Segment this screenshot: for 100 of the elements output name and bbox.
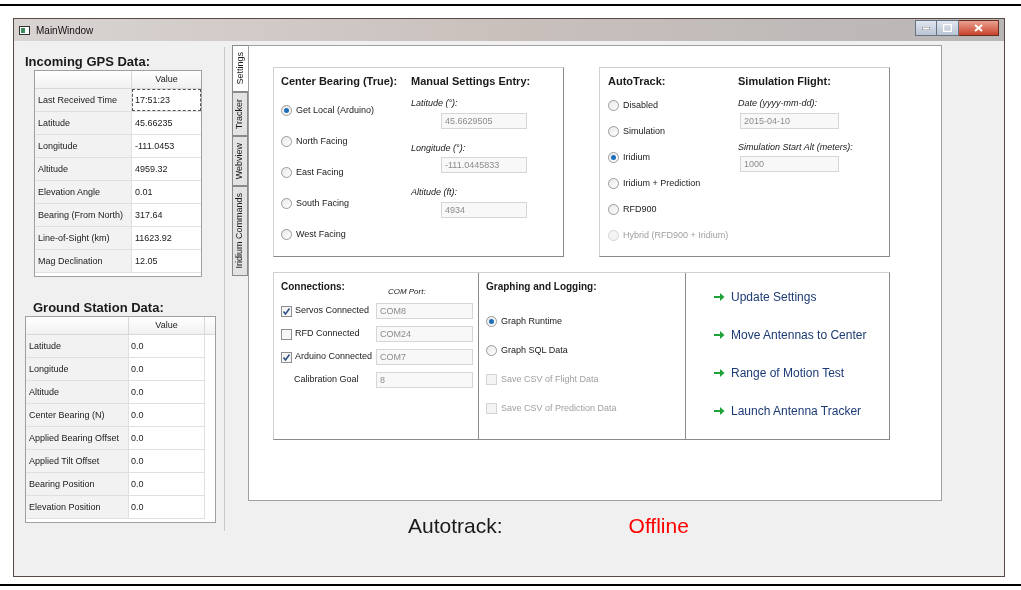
row-header: Longitude [35, 135, 132, 157]
field-label: Altitude (ft): [411, 186, 458, 199]
checkbox-label: Servos Connected [295, 304, 370, 318]
radio-button[interactable] [281, 198, 292, 209]
field-label: Longitude (°): [411, 141, 467, 155]
row-header: Elevation Angle [35, 181, 132, 203]
table-cell: 0.0 [129, 450, 205, 473]
radio-button[interactable] [608, 152, 619, 163]
close-icon [974, 24, 983, 32]
radio-button[interactable] [608, 178, 619, 189]
radio-label: Iridium + Prediction [623, 176, 701, 190]
radio-label: Get Local (Arduino) [296, 103, 375, 117]
tab[interactable]: Settings [232, 45, 248, 92]
row-header: Altitude [26, 381, 129, 404]
row-header: Last Received Time [35, 89, 132, 111]
row-header: Altitude [35, 158, 132, 180]
radio-label: Iridium [623, 150, 650, 164]
group-title: Center Bearing (True): [281, 74, 399, 88]
table-cell: 0.0 [129, 427, 205, 450]
row-header: Latitude [35, 112, 132, 134]
option-label: Save CSV of Prediction Data [501, 401, 617, 415]
checkbox[interactable] [281, 305, 292, 317]
window-icon [19, 25, 30, 35]
radio-label: Hybrid (RFD900 + Iridium) [623, 228, 729, 242]
status-value: Offline [628, 513, 689, 540]
group-title: Graphing and Logging: [486, 280, 598, 294]
arrow-icon [714, 368, 725, 378]
row-header: Applied Tilt Offset [26, 450, 129, 473]
radio-button[interactable] [608, 100, 619, 111]
table-cell: 0.0 [129, 473, 205, 496]
table-cell: 0.0 [129, 358, 205, 381]
section-heading: Incoming GPS Data: [25, 55, 151, 69]
column-label: COM Port: [387, 286, 426, 298]
arrow-icon [714, 406, 725, 416]
checkbox-label: Calibration Goal [294, 373, 359, 387]
row-header: Mag Declination [35, 250, 132, 272]
group-title: Manual Settings Entry: [411, 74, 532, 88]
checkbox[interactable] [281, 328, 292, 340]
row-header: Elevation Position [26, 496, 129, 519]
minimize-icon [922, 26, 930, 30]
option-label: Save CSV of Flight Data [501, 372, 599, 386]
maximize-button[interactable] [937, 20, 959, 36]
row-header: Longitude [26, 358, 129, 381]
radio-label: RFD900 [623, 202, 657, 216]
checkbox-label: Arduino Connected [295, 350, 373, 364]
group-title: Simulation Flight: [738, 74, 832, 88]
table-cell[interactable]: 4959.32 [132, 158, 201, 180]
checkbox-label: RFD Connected [295, 327, 360, 341]
row-header: Bearing (From North) [35, 204, 132, 226]
row-header: Latitude [26, 335, 129, 358]
table-cell[interactable]: -111.0453 [132, 135, 201, 157]
option-label: Graph Runtime [501, 314, 563, 328]
radio-button[interactable] [281, 105, 292, 116]
radio-label: East Facing [296, 165, 344, 179]
radio-label: South Facing [296, 196, 350, 210]
row-header: Line-of-Sight (km) [35, 227, 132, 249]
radio-button[interactable] [486, 316, 497, 327]
field-label: Date (yyyy-mm-dd): [738, 97, 818, 110]
arrow-icon [714, 292, 725, 302]
radio-label: West Facing [296, 227, 346, 241]
radio-label: Disabled [623, 98, 659, 112]
command-link[interactable]: Move Antennas to Center [714, 327, 889, 343]
close-button[interactable] [959, 20, 999, 36]
minimize-button[interactable] [915, 20, 937, 36]
table-cell[interactable]: 45.66235 [132, 112, 201, 134]
table-cell[interactable]: 11623.92 [132, 227, 201, 249]
option-label: Graph SQL Data [501, 343, 568, 357]
tab[interactable]: Tracker [232, 91, 248, 136]
table-cell: 0.0 [129, 381, 205, 404]
table-cell: 0.0 [129, 335, 205, 358]
table-cell[interactable]: 12.05 [132, 250, 201, 272]
maximize-icon [943, 24, 952, 32]
radio-button[interactable] [608, 204, 619, 215]
group-title: Connections: [281, 280, 345, 294]
field-label: Latitude (°): [411, 97, 459, 110]
radio-button[interactable] [486, 345, 497, 356]
table-cell[interactable]: 317.64 [132, 204, 201, 226]
table-cell: 0.0 [129, 404, 205, 427]
radio-button[interactable] [608, 126, 619, 137]
table-cell[interactable]: 0.01 [132, 181, 201, 203]
command-link[interactable]: Update Settings [714, 289, 889, 305]
tab[interactable]: Iridium Commands [232, 186, 248, 276]
command-link[interactable]: Launch Antenna Tracker [714, 403, 889, 419]
column-header: Value [129, 317, 205, 334]
status-label: Autotrack: [408, 513, 503, 540]
radio-button[interactable] [281, 167, 292, 178]
table-cell[interactable]: 17:51:23 [132, 89, 201, 111]
section-heading: Ground Station Data: [33, 301, 165, 315]
row-header: Bearing Position [26, 473, 129, 496]
radio-button[interactable] [281, 136, 292, 147]
command-link[interactable]: Range of Motion Test [714, 365, 889, 381]
field-label: Simulation Start Alt (meters): [738, 140, 854, 154]
checkbox[interactable] [281, 351, 292, 363]
row-header: Center Bearing (N) [26, 404, 129, 427]
radio-button[interactable] [281, 229, 292, 240]
row-header: Applied Bearing Offset [26, 427, 129, 450]
table-cell: 0.0 [129, 496, 205, 519]
radio-label: Simulation [623, 124, 666, 138]
arrow-icon [714, 330, 725, 340]
tab[interactable]: Webview [232, 135, 248, 187]
